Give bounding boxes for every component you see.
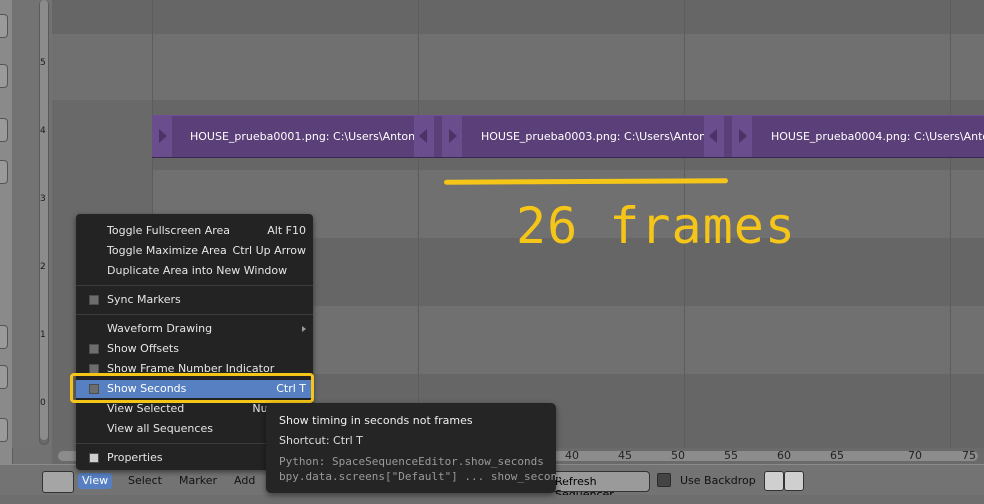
image-strip[interactable]: HOUSE_prueba0004.png: C:\Users\Antonio xyxy=(732,115,984,158)
frame-tick: 75 xyxy=(962,449,976,462)
grid-line xyxy=(418,0,419,448)
panel-button[interactable] xyxy=(0,418,8,442)
strip-right-handle[interactable] xyxy=(414,116,434,157)
view-menu-button[interactable]: View xyxy=(78,473,113,489)
tooltip-path: bpy.data.screens["Default"] ... show_sec… xyxy=(279,470,571,483)
menu-item-waveform-drawing[interactable]: Waveform Drawing xyxy=(76,320,313,338)
tooltip-title: Show timing in seconds not frames xyxy=(279,414,473,427)
editor-border xyxy=(0,495,984,504)
strip-left-handle[interactable] xyxy=(442,116,462,157)
checkbox-icon xyxy=(89,344,99,354)
panel-gutter xyxy=(12,0,39,448)
add-menu-button[interactable]: Add xyxy=(234,474,255,487)
panel-button[interactable] xyxy=(0,325,8,349)
frame-tick: 65 xyxy=(830,449,844,462)
submenu-arrow-icon xyxy=(302,326,306,332)
panel-button[interactable] xyxy=(0,365,8,389)
camera-icon[interactable] xyxy=(764,471,784,491)
frame-tick: 70 xyxy=(908,449,922,462)
use-backdrop-checkbox[interactable] xyxy=(657,473,671,487)
panel-button[interactable] xyxy=(0,118,8,142)
frame-tick: 40 xyxy=(565,449,579,462)
frame-tick: 45 xyxy=(618,449,632,462)
checkbox-icon xyxy=(89,453,99,463)
channel-row xyxy=(152,34,984,100)
strip-label: HOUSE_prueba0004.png: C:\Users\Antonio xyxy=(771,130,984,143)
annotation-highlight-box xyxy=(70,373,314,403)
menu-separator xyxy=(76,285,313,286)
frame-tick: 60 xyxy=(777,449,791,462)
tooltip-python: Python: SpaceSequenceEditor.show_seconds xyxy=(279,455,544,468)
panel-button[interactable] xyxy=(0,14,8,38)
menu-item-toggle-fullscreen[interactable]: Toggle Fullscreen Area Alt F10 xyxy=(76,222,313,240)
strip-left-handle[interactable] xyxy=(152,116,172,157)
channel-label: 1 xyxy=(40,330,46,340)
frame-tick: 55 xyxy=(724,449,738,462)
annotation-text: 26 frames xyxy=(516,197,796,255)
channel-label: 5 xyxy=(40,58,46,68)
channel-label: 0 xyxy=(40,398,46,408)
editor-type-button[interactable] xyxy=(42,471,74,493)
clapper-icon[interactable] xyxy=(784,471,804,491)
menu-item-show-offsets[interactable]: Show Offsets xyxy=(76,340,313,358)
panel-button[interactable] xyxy=(0,160,8,184)
use-backdrop-label: Use Backdrop xyxy=(680,474,756,487)
strip-left-handle[interactable] xyxy=(732,116,752,157)
menu-item-toggle-maximize[interactable]: Toggle Maximize Area Ctrl Up Arrow xyxy=(76,242,313,260)
channel-row xyxy=(52,34,152,100)
tooltip-shortcut: Shortcut: Ctrl T xyxy=(279,434,363,447)
frame-tick: 50 xyxy=(671,449,685,462)
channel-label: 2 xyxy=(40,262,46,272)
image-strip[interactable]: HOUSE_prueba0001.png: C:\Users\Antonio xyxy=(152,115,442,158)
strip-label: HOUSE_prueba0001.png: C:\Users\Antonio xyxy=(190,130,425,143)
strip-right-handle[interactable] xyxy=(704,116,724,157)
panel-button[interactable] xyxy=(0,64,8,88)
menu-item-sync-markers[interactable]: Sync Markers xyxy=(76,291,313,309)
strip-label: HOUSE_prueba0003.png: C:\Users\Antonio xyxy=(481,130,716,143)
menu-item-duplicate-area[interactable]: Duplicate Area into New Window xyxy=(76,262,313,280)
tooltip: Show timing in seconds not frames Shortc… xyxy=(266,403,570,493)
marker-menu-button[interactable]: Marker xyxy=(179,474,217,487)
grid-line xyxy=(950,0,951,448)
channel-label: 3 xyxy=(40,194,46,204)
checkbox-icon xyxy=(89,295,99,305)
image-strip[interactable]: HOUSE_prueba0003.png: C:\Users\Antonio xyxy=(442,115,732,158)
menu-separator xyxy=(76,314,313,315)
select-menu-button[interactable]: Select xyxy=(128,474,162,487)
channel-label: 4 xyxy=(40,126,46,136)
